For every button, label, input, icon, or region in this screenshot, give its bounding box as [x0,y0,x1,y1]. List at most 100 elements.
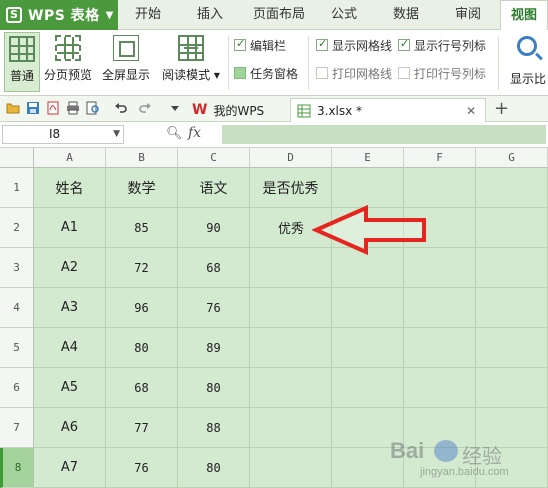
undo-icon[interactable] [114,101,128,115]
cell-B5[interactable]: 80 [106,328,178,368]
row-header[interactable]: 3 [0,248,34,288]
save-icon[interactable] [26,101,40,115]
task-pane-checkbox[interactable]: 任务窗格 [234,64,298,82]
row-header[interactable]: 4 [0,288,34,328]
customize-dropdown-icon[interactable] [168,101,182,115]
name-box[interactable]: I8 ▼ [2,125,124,144]
chevron-down-icon[interactable]: ▼ [113,126,120,143]
cell-D5[interactable] [250,328,332,368]
app-menu-button[interactable]: S WPS 表格 ▼ [0,0,118,30]
normal-view-button[interactable]: 普通 [4,32,40,92]
column-header[interactable]: D [250,148,332,168]
cell-C6[interactable]: 80 [178,368,250,408]
row-header[interactable]: 6 [0,368,34,408]
display-ratio-button[interactable]: 显示比 [506,32,548,92]
column-header[interactable]: G [476,148,548,168]
cell-B2[interactable]: 85 [106,208,178,248]
cell-D6[interactable] [250,368,332,408]
cell-B8[interactable]: 76 [106,448,178,488]
tab-page-layout[interactable]: 页面布局 [244,0,314,30]
show-headers-checkbox[interactable]: 显示行号列标 [398,36,486,54]
cell-D1[interactable]: 是否优秀 [250,168,332,208]
show-headers-label: 显示行号列标 [414,38,487,53]
column-header[interactable]: B [106,148,178,168]
cell-A5[interactable]: A4 [34,328,106,368]
export-pdf-icon[interactable] [46,101,60,115]
cell-D7[interactable] [250,408,332,448]
cell-G2[interactable] [476,208,548,248]
formula-input[interactable] [222,125,546,144]
cell-B4[interactable]: 96 [106,288,178,328]
row-header[interactable]: 1 [0,168,34,208]
tab-home[interactable]: 开始 [122,0,174,30]
cell-C1[interactable]: 语文 [178,168,250,208]
cell-C7[interactable]: 88 [178,408,250,448]
cell-D8[interactable] [250,448,332,488]
zoom-search-icon[interactable]: 🔍︎ [166,126,183,141]
cell-A3[interactable]: A2 [34,248,106,288]
cell-B3[interactable]: 72 [106,248,178,288]
tab-insert[interactable]: 插入 [186,0,234,30]
row-header-selected[interactable]: 8 [0,448,34,488]
cell-G6[interactable] [476,368,548,408]
tab-data[interactable]: 数据 [382,0,430,30]
column-header[interactable]: E [332,148,404,168]
fx-icon[interactable]: fx [188,125,201,141]
edit-bar-checkbox[interactable]: 编辑栏 [234,36,286,54]
cell-E5[interactable] [332,328,404,368]
new-tab-plus-icon[interactable]: + [494,98,509,119]
cell-E6[interactable] [332,368,404,408]
cell-A7[interactable]: A6 [34,408,106,448]
tab-formulas[interactable]: 公式 [322,0,366,30]
close-icon[interactable]: ✕ [466,104,476,118]
cell-G4[interactable] [476,288,548,328]
cell-F4[interactable] [404,288,476,328]
cell-B7[interactable]: 77 [106,408,178,448]
cell-D4[interactable] [250,288,332,328]
row-header[interactable]: 2 [0,208,34,248]
tab-view[interactable]: 视图 [500,0,548,31]
cell-B1[interactable]: 数学 [106,168,178,208]
display-ratio-label: 显示比 [510,72,547,86]
print-gridlines-checkbox[interactable]: 打印网格线 [316,64,392,82]
doc-tab-my-wps[interactable]: W 我的WPS [186,98,288,122]
cell-A6[interactable]: A5 [34,368,106,408]
cell-A8[interactable]: A7 [34,448,106,488]
print-preview-icon[interactable] [86,101,100,115]
print-headers-checkbox[interactable]: 打印行号列标 [398,64,486,82]
cell-B6[interactable]: 68 [106,368,178,408]
column-header[interactable]: C [178,148,250,168]
column-header[interactable]: F [404,148,476,168]
cell-C3[interactable]: 68 [178,248,250,288]
cell-E4[interactable] [332,288,404,328]
cell-F1[interactable] [404,168,476,208]
cell-A1[interactable]: 姓名 [34,168,106,208]
cell-G1[interactable] [476,168,548,208]
redo-icon[interactable] [138,101,152,115]
row-header[interactable]: 7 [0,408,34,448]
cell-A2[interactable]: A1 [34,208,106,248]
open-folder-icon[interactable] [6,101,20,115]
row-header[interactable]: 5 [0,328,34,368]
page-break-preview-button[interactable]: 分页预览 [42,32,94,92]
select-all-corner[interactable] [0,148,34,168]
cell-E1[interactable] [332,168,404,208]
reading-mode-button[interactable]: 阅读模式 ▾ [158,32,224,92]
cell-F6[interactable] [404,368,476,408]
cell-G5[interactable] [476,328,548,368]
cell-C5[interactable]: 89 [178,328,250,368]
show-gridlines-checkbox[interactable]: 显示网格线 [316,36,392,54]
doc-tab-workbook[interactable]: 3.xlsx * ✕ [290,98,486,122]
cell-A4[interactable]: A3 [34,288,106,328]
cell-C2[interactable]: 90 [178,208,250,248]
cell-C4[interactable]: 76 [178,288,250,328]
tab-review[interactable]: 审阅 [444,0,492,30]
baidu-watermark: Bai 经验 jingyan.baidu.com [390,438,540,484]
full-screen-button[interactable]: 全屏显示 [98,32,154,92]
cell-G3[interactable] [476,248,548,288]
column-header[interactable]: A [34,148,106,168]
cell-F5[interactable] [404,328,476,368]
print-icon[interactable] [66,101,80,115]
cell-C8[interactable]: 80 [178,448,250,488]
ribbon-divider [498,36,499,90]
